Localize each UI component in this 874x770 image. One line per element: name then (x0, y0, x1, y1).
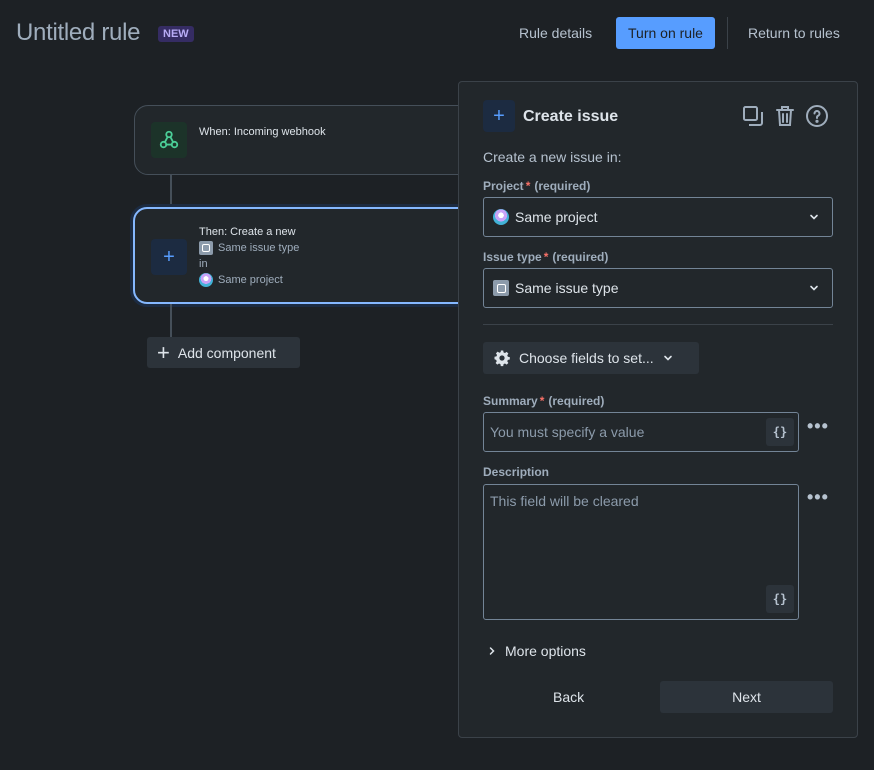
issue-type-icon (199, 241, 213, 255)
project-select-value: Same project (515, 209, 598, 225)
description-placeholder: This field will be cleared (490, 493, 639, 509)
gear-icon (494, 350, 510, 367)
plus-icon: + (151, 239, 187, 275)
more-options-label: More options (505, 643, 586, 659)
action-issue-type: Same issue type (199, 241, 299, 255)
project-avatar-icon (493, 209, 509, 225)
next-button[interactable]: Next (660, 681, 833, 713)
description-variable-button[interactable]: {} (766, 585, 794, 613)
action-card[interactable]: + Then: Create a new Same issue type in … (133, 207, 475, 304)
flow-connector (170, 175, 172, 207)
panel-intro: Create a new issue in: (483, 149, 622, 165)
summary-label: Summary * (required) (483, 394, 604, 408)
action-line: Then: Create a new (199, 226, 296, 238)
choose-fields-label: Choose fields to set... (519, 350, 654, 366)
summary-input[interactable]: You must specify a value (483, 412, 799, 452)
return-to-rules-button[interactable]: Return to rules (738, 17, 850, 49)
new-badge: NEW (158, 26, 194, 42)
issue-type-label-text: Issue type (483, 250, 542, 264)
chevron-down-icon (810, 214, 818, 220)
required-text: (required) (548, 394, 605, 408)
choose-fields-button[interactable]: Choose fields to set... (483, 342, 699, 374)
add-component-button[interactable]: + Add component (147, 337, 300, 368)
description-more-menu[interactable]: ••• (807, 487, 829, 508)
action-project: Same project (199, 273, 283, 287)
trigger-label: When: Incoming webhook (199, 126, 326, 138)
required-marker: * (525, 179, 531, 193)
required-text: (required) (534, 179, 591, 193)
summary-placeholder: You must specify a value (490, 424, 645, 440)
issue-type-select-value: Same issue type (515, 280, 619, 296)
copy-icon[interactable] (741, 104, 765, 128)
required-marker: * (539, 394, 545, 408)
project-select[interactable]: Same project (483, 197, 833, 237)
chevron-down-icon (663, 355, 672, 361)
action-project-text: Same project (218, 274, 283, 286)
issue-type-select[interactable]: Same issue type (483, 268, 833, 308)
panel-divider (483, 324, 833, 325)
page-title: Untitled rule (16, 19, 141, 46)
back-button[interactable]: Back (553, 689, 584, 705)
plus-icon: + (483, 100, 515, 132)
project-label-text: Project (483, 179, 524, 193)
chevron-down-icon (810, 285, 818, 291)
chevron-right-icon (489, 647, 495, 655)
panel-title: Create issue (523, 108, 619, 125)
summary-label-text: Summary (483, 394, 538, 408)
action-issue-type-text: Same issue type (218, 242, 300, 254)
issue-type-label: Issue type * (required) (483, 250, 608, 264)
summary-more-menu[interactable]: ••• (807, 416, 829, 437)
description-label: Description (483, 465, 550, 479)
help-icon[interactable] (805, 104, 829, 128)
action-in: in (199, 258, 208, 270)
add-component-label: Add component (177, 344, 276, 361)
issue-type-icon (493, 280, 509, 296)
turn-on-rule-button[interactable]: Turn on rule (616, 17, 715, 49)
trigger-card[interactable]: When: Incoming webhook (134, 105, 474, 175)
plus-icon: + (157, 339, 170, 365)
trash-icon[interactable] (773, 104, 797, 128)
required-text: (required) (552, 250, 609, 264)
flow-connector (170, 304, 172, 337)
project-label: Project * (required) (483, 179, 590, 193)
summary-variable-button[interactable]: {} (766, 418, 794, 446)
create-issue-panel: + Create issue Create a new issue in: Pr… (458, 81, 858, 738)
webhook-icon (151, 122, 187, 158)
header-divider (727, 17, 728, 49)
description-input[interactable]: This field will be cleared (483, 484, 799, 620)
more-options-toggle[interactable]: More options (487, 643, 586, 659)
rule-details-button[interactable]: Rule details (509, 17, 602, 49)
required-marker: * (543, 250, 549, 264)
project-avatar-icon (199, 273, 213, 287)
